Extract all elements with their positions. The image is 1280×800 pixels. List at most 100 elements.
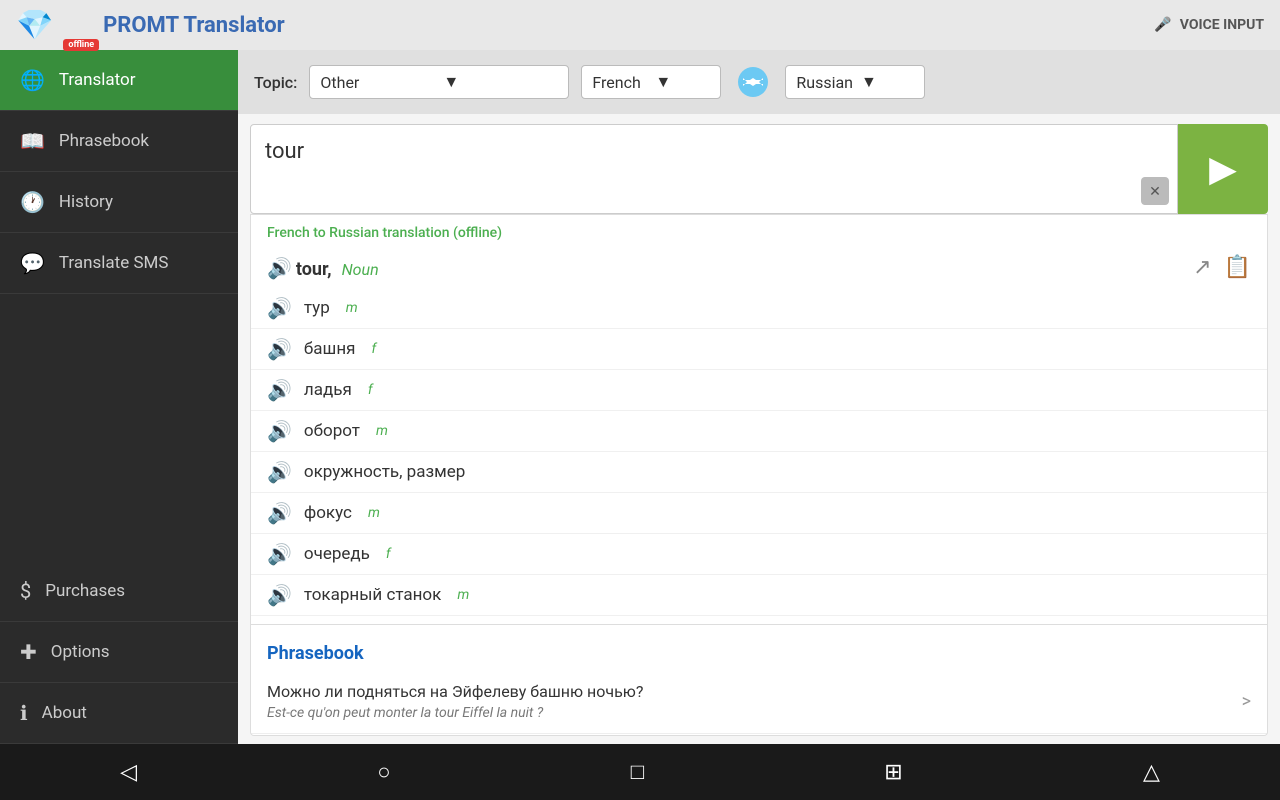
sidebar-item-purchases[interactable]: $ Purchases <box>0 561 238 622</box>
app-title: PROMT Translator <box>103 13 285 38</box>
translator-icon: 🌐 <box>20 68 45 92</box>
translation-header: 🔊 tour, Noun ↗ 📋 <box>251 247 1267 288</box>
sidebar-bottom: $ Purchases ✚ Options ℹ About <box>0 561 238 744</box>
gender-tag-5: m <box>368 505 380 521</box>
sound-icon-2[interactable]: 🔊 <box>267 378 292 402</box>
from-language-dropdown[interactable]: French ▼ <box>581 65 721 99</box>
swap-icon <box>737 66 769 98</box>
swap-languages-button[interactable] <box>733 64 773 100</box>
sound-icon-7[interactable]: 🔊 <box>267 583 292 607</box>
translation-pos: Noun <box>342 260 379 279</box>
translation-item-7: 🔊 токарный станок m <box>251 575 1267 616</box>
to-lang-dropdown-arrow: ▼ <box>861 72 914 92</box>
sidebar-item-options-label: Options <box>51 642 110 662</box>
header-sound-icon[interactable]: 🔊 <box>267 256 292 280</box>
sound-icon-1[interactable]: 🔊 <box>267 337 292 361</box>
translation-item-1: 🔊 башня f <box>251 329 1267 370</box>
sidebar-item-phrasebook[interactable]: 📖 Phrasebook <box>0 111 238 172</box>
sidebar-item-translator[interactable]: 🌐 Translator <box>0 50 238 111</box>
topic-dropdown[interactable]: Other ▼ <box>309 65 569 99</box>
home-button[interactable]: ○ <box>357 751 410 793</box>
gender-tag-6: f <box>386 546 391 562</box>
translate-button[interactable]: ▶ <box>1178 124 1268 214</box>
options-icon: ✚ <box>20 640 37 664</box>
input-area: tour ✕ ▶ <box>250 124 1268 214</box>
sound-icon-5[interactable]: 🔊 <box>267 501 292 525</box>
phrase-item-1[interactable]: У вас можно заказать экскурсию в…? Puis-… <box>251 734 1267 736</box>
main-area: 🌐 Translator 📖 Phrasebook 🕐 History 💬 Tr… <box>0 50 1280 744</box>
translation-text-3: оборот <box>304 421 360 441</box>
phrase-main-0: Можно ли подняться на Эйфелеву башню ноч… <box>267 682 643 701</box>
sidebar-item-phrasebook-label: Phrasebook <box>59 131 149 151</box>
translation-item-5: 🔊 фокус m <box>251 493 1267 534</box>
sidebar-item-translate-sms[interactable]: 💬 Translate SMS <box>0 233 238 294</box>
translation-text-2: ладья <box>304 380 352 400</box>
phrasebook-section: Phrasebook <box>251 633 1267 670</box>
translation-text-7: токарный станок <box>304 585 441 605</box>
sidebar-item-sms-label: Translate SMS <box>59 253 169 273</box>
translation-text-4: окружность, размер <box>304 462 465 482</box>
sidebar: 🌐 Translator 📖 Phrasebook 🕐 History 💬 Tr… <box>0 50 238 744</box>
topic-value: Other <box>320 73 435 92</box>
translation-item-3: 🔊 оборот m <box>251 411 1267 452</box>
translation-item-4: 🔊 окружность, размер <box>251 452 1267 493</box>
bottom-navigation: ◁ ○ □ ⊞ △ <box>0 744 1280 800</box>
voice-input-label: VOICE INPUT <box>1180 17 1264 33</box>
results-panel: French to Russian translation (offline) … <box>250 214 1268 736</box>
content-area: Topic: Other ▼ French ▼ Russian ▼ <box>238 50 1280 744</box>
translation-text-0: тур <box>304 298 330 318</box>
sound-icon-4[interactable]: 🔊 <box>267 460 292 484</box>
sidebar-item-purchases-label: Purchases <box>45 581 125 601</box>
gender-tag-2: f <box>368 382 373 398</box>
sidebar-item-about[interactable]: ℹ About <box>0 683 238 744</box>
phrase-sub-0: Est-ce qu'on peut monter la tour Eiffel … <box>267 705 643 721</box>
mic-icon: 🎤 <box>1154 17 1171 33</box>
to-language-dropdown[interactable]: Russian ▼ <box>785 65 925 99</box>
sidebar-item-options[interactable]: ✚ Options <box>0 622 238 683</box>
from-language-value: French <box>592 73 647 92</box>
app-logo: 💎 <box>16 8 53 43</box>
up-button[interactable]: △ <box>1123 752 1180 793</box>
translation-source-label: French to Russian translation (offline) <box>251 215 1267 247</box>
sidebar-item-history[interactable]: 🕐 History <box>0 172 238 233</box>
header-actions: ↗ 📋 <box>1193 255 1251 280</box>
gender-tag-3: m <box>376 423 388 439</box>
recents-button[interactable]: □ <box>611 751 664 793</box>
sidebar-item-history-label: History <box>59 192 113 212</box>
clear-button[interactable]: ✕ <box>1141 177 1169 205</box>
topic-bar: Topic: Other ▼ French ▼ Russian ▼ <box>238 50 1280 114</box>
gender-tag-7: m <box>457 587 469 603</box>
phrasebook-icon: 📖 <box>20 129 45 153</box>
phrasebook-title: Phrasebook <box>267 643 364 664</box>
sidebar-item-translator-label: Translator <box>59 70 136 90</box>
sidebar-item-about-label: About <box>42 703 87 723</box>
offline-badge: offline <box>63 39 99 51</box>
copy-icon[interactable]: 📋 <box>1224 255 1251 280</box>
purchases-icon: $ <box>20 579 31 603</box>
translation-text-1: башня <box>304 339 356 359</box>
play-icon: ▶ <box>1209 148 1237 190</box>
phrase-content-0: Можно ли подняться на Эйфелеву башню ноч… <box>267 682 643 721</box>
voice-input-button[interactable]: 🎤 VOICE INPUT <box>1154 17 1264 33</box>
gender-tag-1: f <box>371 341 376 357</box>
phrase-arrow-0: > <box>1242 691 1251 712</box>
sms-icon: 💬 <box>20 251 45 275</box>
gender-tag-0: m <box>346 300 358 316</box>
title-left: 💎 offline PROMT Translator <box>16 8 285 43</box>
phrase-item-0[interactable]: Можно ли подняться на Эйфелеву башню ноч… <box>251 670 1267 734</box>
translation-text-5: фокус <box>304 503 352 523</box>
from-lang-dropdown-arrow: ▼ <box>655 72 710 92</box>
section-divider <box>251 624 1267 625</box>
translation-item-0: 🔊 тур m <box>251 288 1267 329</box>
input-text: tour <box>265 139 304 164</box>
sound-icon-3[interactable]: 🔊 <box>267 419 292 443</box>
share-icon[interactable]: ↗ <box>1193 255 1211 280</box>
screenshot-button[interactable]: ⊞ <box>864 752 922 793</box>
sound-icon-0[interactable]: 🔊 <box>267 296 292 320</box>
translation-word-row: 🔊 tour, Noun <box>267 256 379 280</box>
history-icon: 🕐 <box>20 190 45 214</box>
sound-icon-6[interactable]: 🔊 <box>267 542 292 566</box>
input-box[interactable]: tour ✕ <box>250 124 1178 214</box>
back-button[interactable]: ◁ <box>100 752 157 793</box>
about-icon: ℹ <box>20 701 28 725</box>
